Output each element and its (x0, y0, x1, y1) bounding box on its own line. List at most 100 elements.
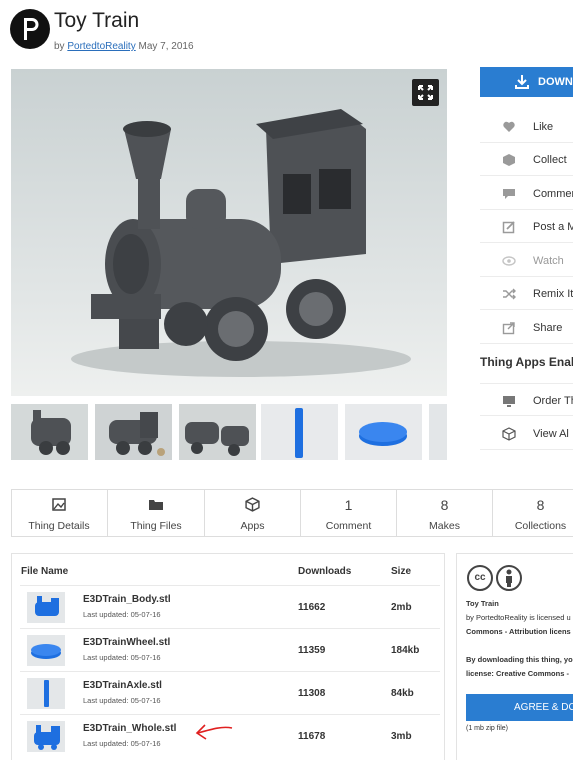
file-downloads: 11308 (298, 688, 326, 699)
main-model-image[interactable] (11, 69, 447, 396)
tab-thing-details[interactable]: Thing Details (11, 489, 108, 537)
red-annotation-arrow-icon (195, 724, 233, 740)
zip-size-note: (1 mb zip file) (466, 725, 509, 732)
license-line-2: Commons - Attribution licens (466, 627, 571, 636)
tab-makes-label: Makes (429, 520, 460, 532)
monitor-icon (503, 396, 515, 407)
file-name[interactable]: E3DTrain_Body.stl (83, 594, 171, 605)
page-title: Toy Train (54, 9, 140, 32)
eye-icon (502, 256, 516, 266)
blue-train-body-thumb (35, 596, 59, 616)
file-name[interactable]: E3DTrain_Whole.stl (83, 723, 176, 734)
watch-action[interactable]: Watch (480, 244, 573, 277)
tab-thing-details-label: Thing Details (28, 520, 90, 532)
tab-collections-count: 8 (536, 497, 545, 513)
post-make-label: Post a M (533, 221, 573, 233)
like-label: Like (533, 121, 554, 133)
file-updated-prefix: Last updated: (83, 739, 129, 748)
file-name[interactable]: E3DTrainAxle.stl (83, 680, 162, 691)
license-line-3: By downloading this thing, yo (466, 655, 573, 664)
comment-icon (503, 189, 515, 199)
tab-makes-count: 8 (440, 497, 449, 513)
tab-apps[interactable]: Apps (205, 489, 301, 537)
site-logo-icon[interactable] (10, 9, 50, 49)
col-header-downloads: Downloads (298, 566, 352, 577)
thumb-two-trains (179, 404, 256, 460)
license-line-4: license: Creative Commons - (466, 669, 569, 678)
order-app-label: Order Th (533, 395, 573, 407)
thumbnail-1[interactable] (11, 404, 88, 460)
file-row[interactable]: E3DTrain_Body.stl Last updated: 05-07-16… (20, 585, 440, 628)
tab-collections[interactable]: 8 Collections (493, 489, 573, 537)
license-thing-name: Toy Train (466, 599, 499, 608)
thumbnail-5[interactable] (345, 404, 422, 460)
file-updated-prefix: Last updated: (83, 696, 129, 705)
order-app-item[interactable]: Order Th (480, 383, 573, 416)
file-row[interactable]: E3DTrainAxle.stl Last updated: 05-07-16 … (20, 671, 440, 714)
file-updated-date: 05-07-16 (130, 610, 161, 619)
tab-thing-files[interactable]: Thing Files (108, 489, 205, 537)
thumbnail-4[interactable] (261, 404, 338, 460)
file-updated-date: 05-07-16 (130, 653, 161, 662)
folder-icon (149, 500, 163, 510)
col-header-file-name: File Name (21, 566, 69, 577)
apps-cube-icon (245, 497, 260, 512)
view-all-apps-label: View Al (533, 428, 569, 440)
tab-apps-label: Apps (240, 520, 265, 532)
attribution-person-icon (496, 565, 522, 591)
like-action[interactable]: Like (480, 110, 573, 143)
expand-fullscreen-button[interactable] (412, 79, 439, 106)
file-downloads: 11359 (298, 645, 326, 656)
file-name[interactable]: E3DTrainWheel.stl (83, 637, 170, 648)
thumbnail-2[interactable] (95, 404, 172, 460)
logo-p-glyph (24, 18, 39, 40)
file-downloads: 11678 (298, 731, 326, 742)
shuffle-icon (503, 288, 516, 300)
file-updated: Last updated: 05-07-16 (83, 696, 161, 705)
download-label: DOWNL (538, 76, 573, 88)
post-make-action[interactable]: Post a M (480, 210, 573, 243)
cube-icon (502, 427, 516, 441)
remix-label: Remix It (533, 288, 573, 300)
watch-label: Watch (533, 255, 564, 267)
file-updated: Last updated: 05-07-16 (83, 739, 161, 748)
tab-comments-label: Comment (325, 520, 372, 532)
thumb-blue-wheel (345, 404, 422, 460)
thumbnail-6[interactable] (429, 404, 447, 460)
collect-icon (503, 154, 515, 166)
share-icon (502, 322, 515, 335)
agree-download-button[interactable]: AGREE & DO (466, 694, 573, 721)
author-link[interactable]: PortedtoReality (67, 41, 135, 52)
file-updated-prefix: Last updated: (83, 653, 129, 662)
comment-label: Commen (533, 188, 573, 200)
share-label: Share (533, 322, 563, 334)
publish-date: May 7, 2016 (138, 41, 194, 52)
tab-comments[interactable]: 1 Comment (301, 489, 397, 537)
collect-label: Collect (533, 154, 567, 166)
thing-apps-heading: Thing Apps Enab (480, 355, 573, 369)
file-size: 84kb (391, 688, 414, 699)
byline: by PortedtoReality May 7, 2016 (54, 41, 194, 52)
thumb-train-front (11, 404, 88, 460)
tab-comments-count: 1 (344, 497, 353, 513)
image-icon (52, 498, 66, 511)
thumb-partial (429, 404, 447, 460)
file-size: 2mb (391, 602, 412, 613)
comment-action[interactable]: Commen (480, 177, 573, 210)
file-row[interactable]: E3DTrainWheel.stl Last updated: 05-07-16… (20, 628, 440, 671)
view-all-apps-item[interactable]: View Al (480, 417, 573, 450)
thumb-train-side (95, 404, 172, 460)
file-updated-date: 05-07-16 (130, 696, 161, 705)
tab-makes[interactable]: 8 Makes (397, 489, 493, 537)
heart-icon (503, 121, 515, 132)
thumbnail-3[interactable] (179, 404, 256, 460)
download-icon (515, 75, 529, 89)
file-updated: Last updated: 05-07-16 (83, 653, 161, 662)
download-all-files-button[interactable]: DOWNL (480, 67, 573, 97)
share-action[interactable]: Share (480, 311, 573, 344)
remix-action[interactable]: Remix It (480, 277, 573, 310)
person-glyph (506, 569, 512, 587)
collect-action[interactable]: Collect (480, 143, 573, 176)
creative-commons-icon: cc (467, 565, 493, 591)
agree-download-label: AGREE & DO (514, 702, 573, 713)
